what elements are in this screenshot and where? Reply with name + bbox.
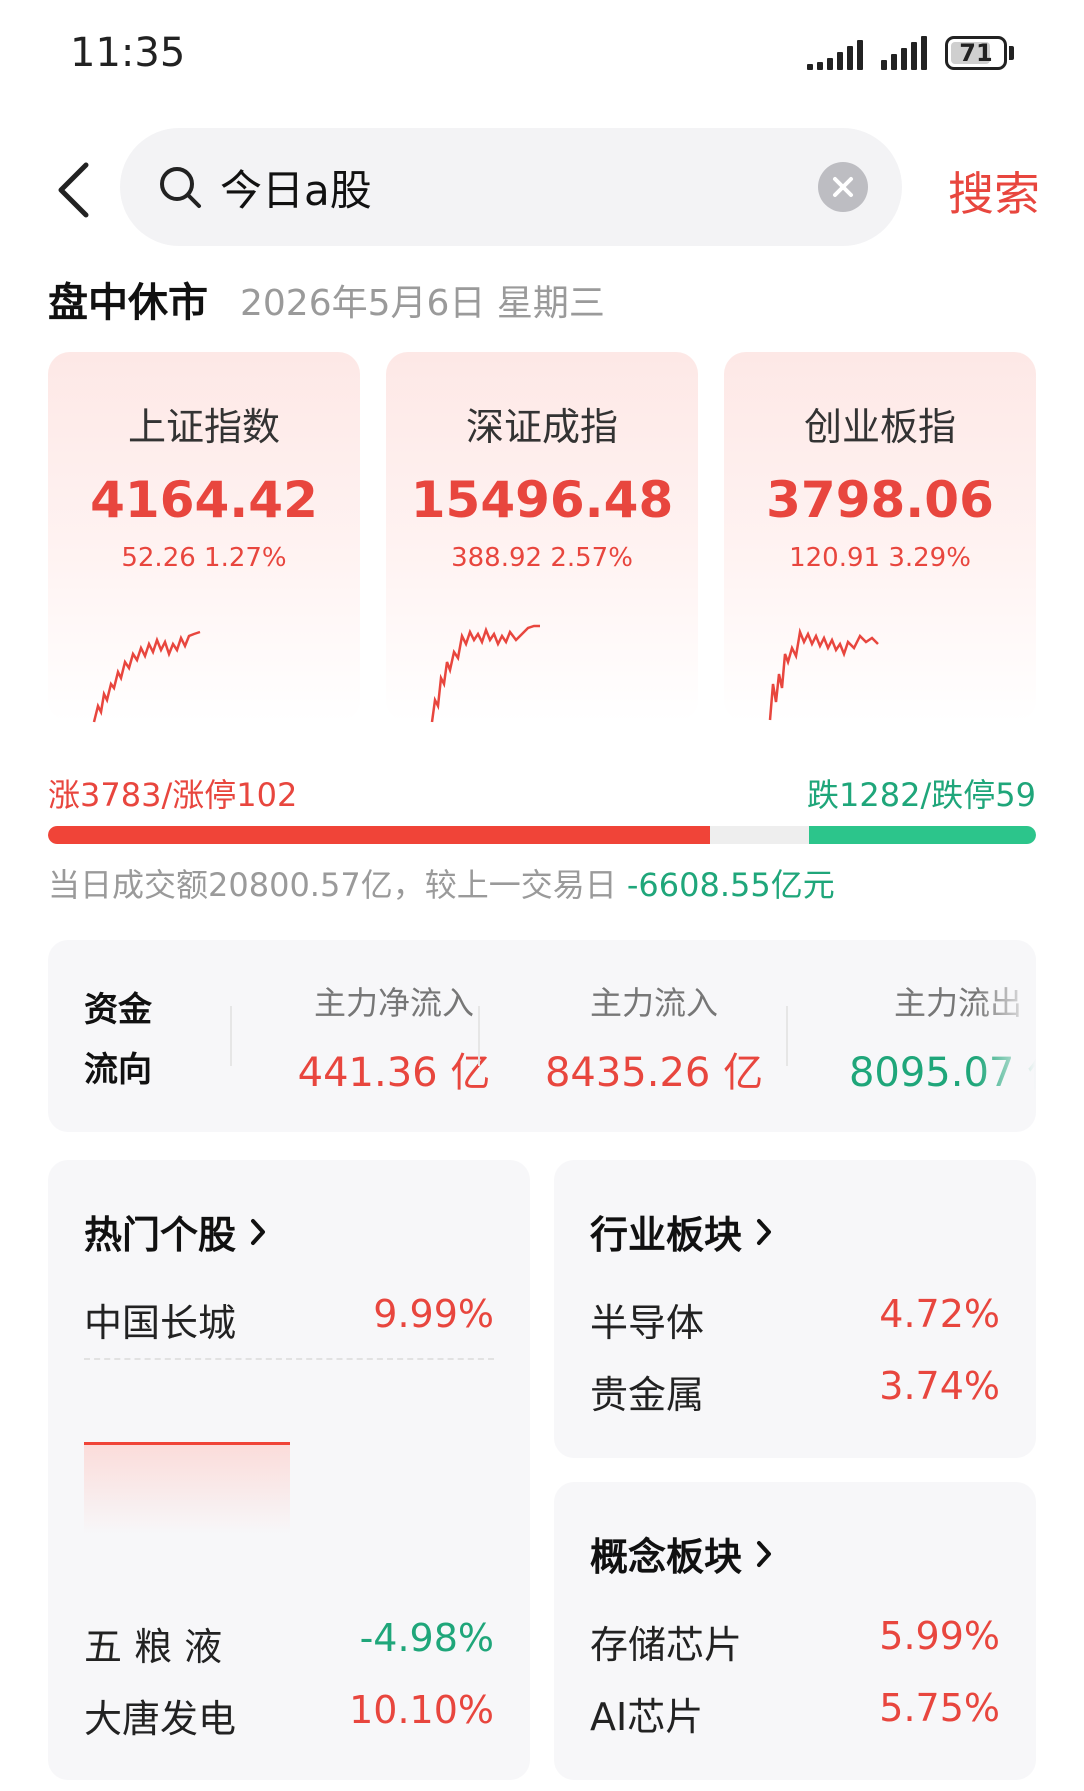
intraday-sparkline [768, 627, 879, 721]
index-value: 15496.48 [410, 471, 674, 529]
chevron-right-icon [757, 1540, 772, 1567]
index-name: 上证指数 [127, 405, 280, 449]
sector-change: 3.74% [879, 1364, 1000, 1408]
advancers-count: 涨3783/涨停102 [48, 776, 298, 814]
intraday-sparkline [430, 624, 540, 723]
index-card-chinext[interactable]: 创业板指 3798.06 120.91 3.29% [724, 352, 1036, 722]
divider [786, 1006, 788, 1066]
divider [84, 1358, 494, 1360]
close-icon [833, 177, 853, 197]
industry-sectors-card[interactable]: 行业板块 半导体 4.72% 贵金属 3.74% [554, 1160, 1036, 1458]
stock-name[interactable]: 大唐发电 [84, 1688, 236, 1743]
index-value: 4164.42 [90, 471, 318, 529]
search-button[interactable]: 搜索 [948, 158, 1040, 224]
index-name: 深证成指 [465, 405, 618, 449]
sector-name[interactable]: 半导体 [590, 1292, 704, 1347]
hot-stocks-card[interactable]: 热门个股 中国长城 9.99% 五 粮 液 -4.98% 大唐发电 10.10% [48, 1160, 530, 1780]
industry-title[interactable]: 行业板块 [590, 1204, 772, 1259]
chevron-left-icon [58, 162, 89, 218]
status-time: 11:35 [70, 30, 186, 76]
index-name: 创业板指 [803, 405, 956, 449]
chevron-right-icon [757, 1218, 772, 1245]
concept-title-text: 概念板块 [590, 1535, 743, 1579]
index-change: 52.26 1.27% [121, 543, 287, 573]
cellular-signal-icon [881, 36, 927, 70]
hot-stocks-title[interactable]: 热门个股 [84, 1204, 266, 1259]
stock-change: 10.10% [349, 1688, 494, 1732]
advancers-bar [48, 826, 710, 844]
index-change: 388.92 2.57% [451, 543, 633, 573]
concept-name[interactable]: AI芯片 [590, 1686, 703, 1741]
flow-value: 441.36 亿 [297, 1050, 491, 1096]
index-card-shanghai[interactable]: 上证指数 4164.42 52.26 1.27% [48, 352, 360, 723]
sector-change: 4.72% [879, 1292, 1000, 1336]
search-query: 今日a股 [220, 165, 372, 215]
search-icon [160, 167, 201, 208]
search-input[interactable]: 今日a股 [120, 128, 902, 246]
concept-title[interactable]: 概念板块 [590, 1526, 772, 1581]
scroll-fade [976, 940, 1036, 1132]
decliners-bar [808, 826, 1036, 844]
stock-change: -4.98% [359, 1616, 494, 1660]
stock-change: 9.99% [373, 1292, 494, 1336]
fund-flow-title-line1: 资金 [84, 990, 152, 1030]
market-date: 2026年5月6日 星期三 [240, 283, 605, 324]
hot-stocks-title-text: 热门个股 [84, 1213, 237, 1257]
index-change: 120.91 3.29% [789, 543, 971, 573]
battery-level: 71 [959, 39, 993, 67]
index-value: 3798.06 [766, 471, 994, 529]
intraday-sparkline [92, 630, 201, 723]
fund-flow-title: 资金 流向 [84, 980, 152, 1100]
sector-name[interactable]: 贵金属 [590, 1364, 704, 1419]
market-breadth-bar [48, 826, 1036, 844]
divider [230, 1006, 232, 1066]
flow-value: 8435.26 亿 [544, 1050, 764, 1096]
back-button[interactable] [48, 150, 98, 230]
index-card-shenzhen[interactable]: 深证成指 15496.48 388.92 2.57% [386, 352, 698, 723]
signal-icon [807, 36, 863, 70]
stock-mini-chart [84, 1442, 290, 1534]
fund-flow-title-line2: 流向 [84, 1050, 152, 1090]
concept-change: 5.75% [879, 1686, 1000, 1730]
main-inflow: 主力流入 8435.26 亿 [504, 978, 804, 1098]
net-inflow: 主力净流入 441.36 亿 [244, 978, 544, 1098]
stock-name[interactable]: 五 粮 液 [84, 1616, 222, 1671]
market-status: 盘中休市 [48, 280, 208, 326]
fund-flow-card[interactable]: 资金 流向 主力净流入 441.36 亿 主力流入 8435.26 亿 主力流出… [48, 940, 1036, 1132]
battery-icon: 71 [945, 36, 1014, 70]
concept-sectors-card[interactable]: 概念板块 存储芯片 5.99% AI芯片 5.75% [554, 1482, 1036, 1780]
flow-label: 主力净流入 [313, 984, 474, 1022]
turnover-text: 当日成交额20800.57亿，较上一交易日 [48, 866, 617, 904]
concept-name[interactable]: 存储芯片 [590, 1614, 742, 1669]
turnover-change: -6608.55亿元 [626, 866, 835, 904]
divider [478, 1006, 480, 1066]
turnover-summary: 当日成交额20800.57亿，较上一交易日 -6608.55亿元 [48, 860, 835, 906]
concept-change: 5.99% [879, 1614, 1000, 1658]
flow-label: 主力流入 [589, 984, 718, 1022]
status-icons: 71 [807, 36, 1014, 70]
chevron-right-icon [251, 1218, 266, 1245]
decliners-count: 跌1282/跌停59 [807, 776, 1036, 814]
stock-name[interactable]: 中国长城 [84, 1292, 236, 1347]
industry-title-text: 行业板块 [590, 1213, 743, 1257]
clear-search-button[interactable] [818, 162, 868, 212]
